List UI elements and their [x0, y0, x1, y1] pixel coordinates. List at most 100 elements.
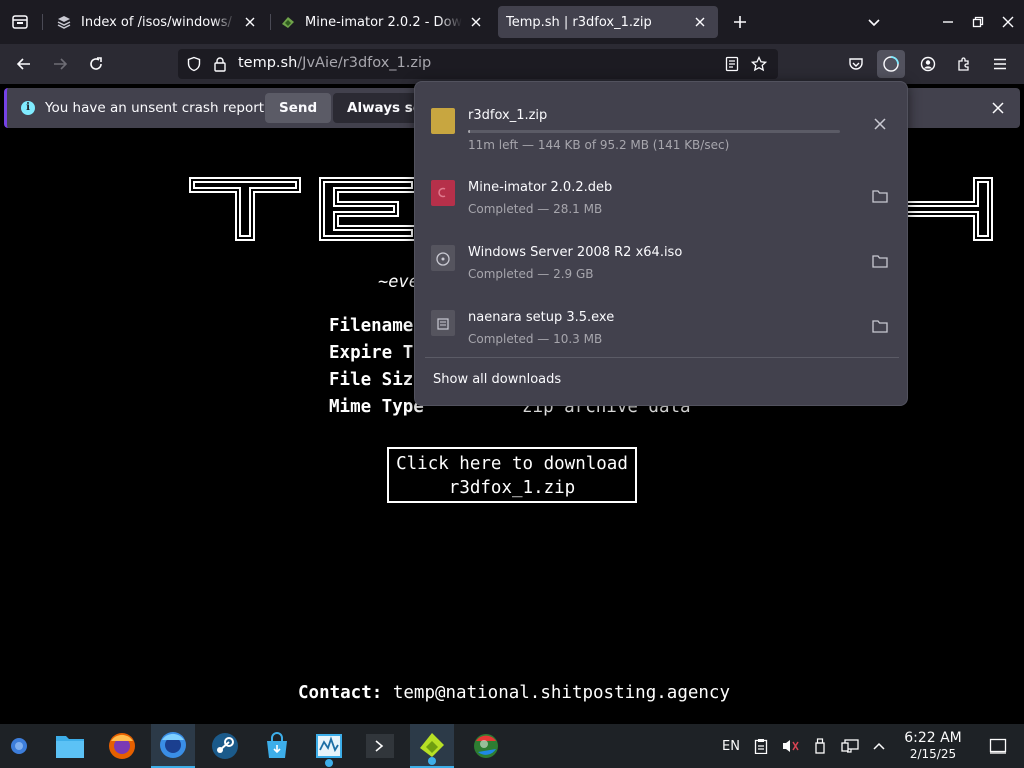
tab-title: Mine-imator 2.0.2 - Downloads [305, 14, 462, 30]
firefox-icon [109, 733, 135, 759]
cancel-download-icon[interactable] [868, 112, 892, 136]
taskbar-terminal[interactable] [358, 724, 402, 768]
download-item[interactable]: naenara setup 3.5.exe Completed — 10.3 M… [415, 292, 909, 356]
download-status: Completed — 10.3 MB [468, 332, 603, 346]
tab-separator [270, 14, 271, 30]
download-status: 11m left — 144 KB of 95.2 MB (141 KB/sec… [468, 138, 730, 152]
volume-muted-icon [783, 740, 799, 752]
mine-imator-icon [280, 14, 296, 30]
show-in-folder-icon[interactable] [868, 314, 892, 338]
sphere-browser-icon [474, 734, 498, 758]
tab-temp-sh[interactable]: Temp.sh | r3dfox_1.zip [498, 6, 718, 38]
pocket-icon [849, 58, 863, 70]
contact-label: Contact: [298, 683, 383, 703]
notification-message: You have an unsent crash report [45, 100, 265, 116]
network-wired-icon [841, 739, 859, 753]
network-tray-button[interactable] [838, 724, 862, 768]
list-all-tabs-button[interactable] [860, 8, 888, 36]
system-monitor-icon [316, 734, 342, 758]
bookmark-star-icon[interactable] [749, 54, 769, 74]
deb-package-icon [431, 180, 455, 206]
firefox-view-button[interactable] [0, 0, 40, 44]
taskbar: EN 6:22 AM 2/15/25 [0, 724, 1024, 768]
digital-clock[interactable]: 6:22 AM 2/15/25 [898, 730, 968, 761]
minimize-window-button[interactable] [934, 8, 962, 36]
download-status: Completed — 2.9 GB [468, 267, 594, 281]
clock-time: 6:22 AM [904, 730, 962, 746]
info-icon: i [21, 101, 35, 115]
address-bar[interactable]: temp.sh/JvAie/r3dfox_1.zip [178, 49, 778, 79]
disc-image-icon [431, 245, 455, 271]
download-file-link[interactable]: Click here to download r3dfox_1.zip [387, 447, 637, 503]
tab-title: Index of /isos/windows/ [81, 14, 232, 30]
executable-icon [431, 310, 455, 336]
pocket-button[interactable] [842, 50, 870, 78]
back-button[interactable] [10, 50, 38, 78]
filename-label: Filename [329, 316, 414, 336]
downloads-panel: r3dfox_1.zip 11m left — 144 KB of 95.2 M… [414, 81, 908, 406]
download-item[interactable]: Windows Server 2008 R2 x64.iso Completed… [415, 227, 909, 291]
folder-stack-icon [56, 14, 72, 30]
tab-mine-imator[interactable]: Mine-imator 2.0.2 - Downloads [272, 6, 494, 38]
forward-button[interactable] [46, 50, 74, 78]
app-menu-button[interactable] [986, 50, 1014, 78]
device-tray-button[interactable] [810, 724, 830, 768]
show-hidden-icons-button[interactable] [868, 724, 890, 768]
downloads-button[interactable] [877, 50, 905, 78]
download-filename: naenara setup 3.5.exe [468, 310, 615, 325]
account-button[interactable] [914, 50, 942, 78]
clipboard-tray-button[interactable] [750, 724, 772, 768]
download-filename: Mine-imator 2.0.2.deb [468, 180, 613, 195]
show-in-folder-icon[interactable] [868, 184, 892, 208]
taskbar-system-monitor[interactable] [307, 724, 351, 768]
tab-strip: Index of /isos/windows/ Mine-imator 2.0.… [0, 0, 1024, 44]
close-tab-icon[interactable] [466, 12, 486, 32]
keyboard-layout-indicator[interactable]: EN [716, 724, 746, 768]
taskbar-mine-imator[interactable] [410, 724, 454, 768]
arrow-left-icon [16, 58, 30, 70]
close-window-button[interactable] [994, 8, 1022, 36]
download-filename: r3dfox_1.zip [468, 108, 548, 123]
url-path: /JvAie/r3dfox_1.zip [297, 55, 432, 71]
file-size-label: File Siz [329, 370, 414, 390]
send-report-button[interactable]: Send [265, 93, 332, 123]
extensions-button[interactable] [950, 50, 978, 78]
close-tab-icon[interactable] [240, 12, 260, 32]
mime-type-label: Mime Type [329, 397, 424, 417]
close-tab-icon[interactable] [690, 12, 710, 32]
taskbar-file-manager[interactable] [48, 724, 92, 768]
taskbar-discover[interactable] [255, 724, 299, 768]
volume-tray-button[interactable] [778, 724, 802, 768]
contact-email[interactable]: temp@national.shitposting.agency [393, 683, 730, 703]
firefox-developer-icon [160, 732, 186, 758]
download-link-line1: Click here to download [396, 454, 628, 474]
download-progress-fill [468, 130, 470, 133]
taskbar-steam[interactable] [203, 724, 247, 768]
padlock-icon[interactable] [210, 54, 230, 74]
clock-date: 2/15/25 [909, 747, 957, 761]
show-in-folder-icon[interactable] [868, 249, 892, 273]
download-status: Completed — 28.1 MB [468, 202, 603, 216]
navigation-toolbar: temp.sh/JvAie/r3dfox_1.zip [0, 44, 1024, 84]
taskbar-firefox[interactable] [100, 724, 144, 768]
reload-button[interactable] [82, 50, 110, 78]
close-notification-icon[interactable] [988, 98, 1008, 118]
close-icon [1002, 16, 1014, 28]
download-item[interactable]: Mine-imator 2.0.2.deb Completed — 28.1 M… [415, 162, 909, 226]
tab-index-isos[interactable]: Index of /isos/windows/ [48, 6, 268, 38]
tab-separator [42, 14, 43, 30]
new-tab-button[interactable] [726, 8, 754, 36]
chevron-down-icon [868, 19, 880, 27]
taskbar-firefox-developer[interactable] [151, 724, 195, 768]
taskbar-browser[interactable] [464, 724, 508, 768]
plus-icon [734, 16, 746, 28]
show-desktop-button[interactable] [984, 724, 1012, 768]
reader-view-icon[interactable] [722, 54, 742, 74]
tracking-protection-shield-icon[interactable] [184, 54, 204, 74]
download-item[interactable]: r3dfox_1.zip 11m left — 144 KB of 95.2 M… [415, 90, 909, 154]
arrow-right-icon [54, 58, 68, 70]
restore-window-button[interactable] [964, 8, 992, 36]
account-icon [920, 56, 936, 72]
application-launcher-button[interactable] [0, 724, 38, 768]
show-all-downloads-link[interactable]: Show all downloads [433, 372, 561, 387]
